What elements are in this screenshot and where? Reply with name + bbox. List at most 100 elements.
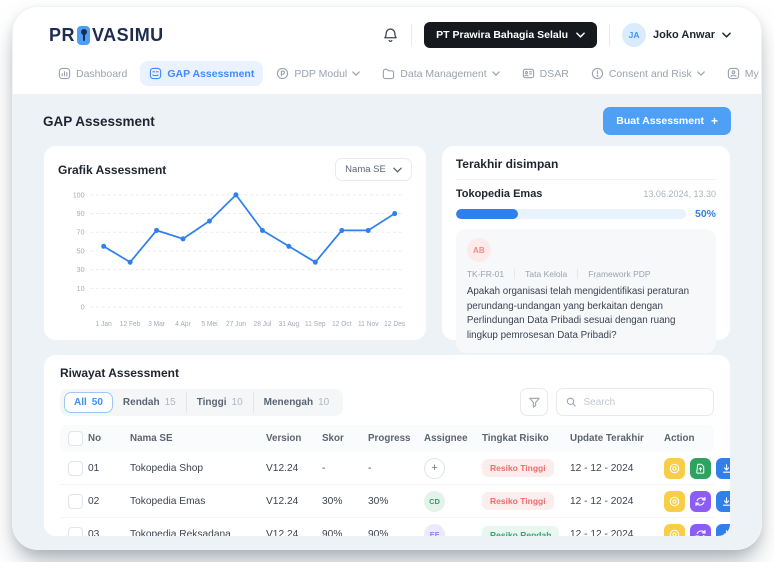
refresh-icon — [694, 495, 707, 508]
risk-filter-group: All 50 Rendah 15 Tinggi 10 Menengah 10 — [60, 389, 343, 416]
page-header: GAP Assessment Buat Assessment + — [43, 107, 731, 135]
nav-item-pdp-modul[interactable]: PDP Modul — [267, 61, 369, 86]
user-menu[interactable]: JA Joko Anwar — [622, 23, 731, 47]
topbar-divider — [411, 24, 412, 46]
svg-text:12 Oct: 12 Oct — [332, 321, 352, 328]
export-file-action-button[interactable] — [690, 458, 711, 479]
progress-bar — [456, 209, 686, 219]
nav-item-data-management[interactable]: Data Management — [373, 61, 508, 86]
search-input[interactable] — [583, 397, 704, 408]
add-assignee-button[interactable]: + — [424, 458, 445, 479]
download-action-button[interactable] — [716, 524, 731, 537]
target-icon — [668, 528, 681, 537]
col-progress: Progress — [368, 433, 424, 444]
topbar-divider-2 — [609, 24, 610, 46]
cell-no: 02 — [88, 496, 130, 507]
folder-icon — [382, 67, 395, 80]
col-nama-se: Nama SE — [130, 433, 266, 444]
row-actions — [664, 491, 731, 512]
chart-series-label: Nama SE — [345, 164, 386, 175]
last-saved-row: Tokopedia Emas 13.06.2024, 13.30 — [456, 188, 716, 200]
company-selector[interactable]: PT Prawira Bahagia Selalu — [424, 22, 597, 48]
cell-progress: - — [368, 463, 424, 474]
history-card: Riwayat Assessment All 50 Rendah 15 Ting… — [43, 354, 731, 537]
cell-skor: 30% — [322, 496, 368, 507]
target-action-button[interactable] — [664, 491, 685, 512]
nav-item-dashboard[interactable]: Dashboard — [49, 61, 136, 86]
chevron-down-icon — [492, 71, 500, 76]
target-icon — [668, 495, 681, 508]
row-checkbox[interactable] — [68, 494, 83, 509]
logo-text-rest: VASIMU — [92, 25, 164, 46]
row-checkbox[interactable] — [68, 527, 83, 537]
nav-label: DSAR — [540, 68, 569, 80]
filter-chip-rendah[interactable]: Rendah 15 — [113, 392, 186, 413]
chevron-down-icon — [697, 71, 705, 76]
tag-framework: Framework PDP — [577, 269, 650, 279]
col-update-terakhir: Update Terakhir — [570, 433, 664, 444]
cell-version: V12.24 — [266, 496, 322, 507]
question-tags: TK-FR-01 Tata Kelola Framework PDP — [467, 269, 705, 279]
risk-badge: Resiko Tinggi — [482, 492, 554, 510]
risk-badge: Resiko Rendah — [482, 526, 559, 538]
nav-item-my-privasimu[interactable]: My Privasimu — [718, 61, 762, 86]
svg-text:31 Aug: 31 Aug — [279, 321, 300, 328]
file-export-icon — [694, 462, 707, 475]
chevron-down-icon — [393, 167, 402, 173]
divider — [456, 179, 716, 180]
chart-card-header: Grafik Assessment Nama SE — [58, 158, 412, 181]
filter-button[interactable] — [520, 388, 548, 416]
row-actions — [664, 524, 731, 537]
assessment-table: No Nama SE Version Skor Progress Assigne… — [60, 425, 714, 537]
target-action-button[interactable] — [664, 524, 685, 537]
nav-item-consent-and-risk[interactable]: Consent and Risk — [582, 61, 714, 86]
main-nav: Dashboard GAP Assessment PDP Modul Data … — [13, 57, 761, 95]
create-assessment-button[interactable]: Buat Assessment + — [603, 107, 731, 135]
cards-row: Grafik Assessment Nama SE 10090705030100… — [43, 145, 731, 341]
select-all-checkbox[interactable] — [68, 431, 83, 446]
svg-text:4 Apr: 4 Apr — [175, 321, 191, 328]
download-action-button[interactable] — [716, 458, 731, 479]
cell-updated: 12 - 12 - 2024 — [570, 463, 664, 474]
last-saved-timestamp: 13.06.2024, 13.30 — [643, 189, 716, 199]
brand-logo: PR VASIMU — [49, 25, 164, 46]
refresh-action-button[interactable] — [690, 491, 711, 512]
nav-item-dsar[interactable]: DSAR — [513, 61, 578, 86]
table-header-row: No Nama SE Version Skor Progress Assigne… — [60, 425, 714, 452]
assignee-avatar: EF — [424, 524, 445, 537]
svg-text:12 Des: 12 Des — [384, 321, 406, 328]
progress-row: 50% — [456, 208, 716, 220]
nav-item-gap-assessment[interactable]: GAP Assessment — [140, 61, 263, 86]
svg-text:3 Mar: 3 Mar — [148, 321, 166, 328]
col-assignee: Assignee — [424, 433, 482, 444]
svg-text:1 Jan: 1 Jan — [96, 321, 112, 328]
row-checkbox[interactable] — [68, 461, 83, 476]
chip-label: Tinggi — [197, 397, 227, 408]
download-action-button[interactable] — [716, 491, 731, 512]
content-area: GAP Assessment Buat Assessment + Grafik … — [13, 95, 761, 549]
tag-code: TK-FR-01 — [467, 269, 504, 279]
filter-chip-menengah[interactable]: Menengah 10 — [253, 392, 340, 413]
question-panel: AB TK-FR-01 Tata Kelola Framework PDP Ap… — [456, 229, 716, 353]
cell-name: Tokopedia Emas — [130, 496, 266, 507]
svg-text:90: 90 — [77, 209, 85, 218]
reviewer-avatar: AB — [467, 238, 491, 262]
col-tingkat-risiko: Tingkat Risiko — [482, 433, 570, 444]
progress-percent: 50% — [695, 208, 716, 220]
download-icon — [720, 495, 731, 508]
row-actions — [664, 458, 731, 479]
download-icon — [720, 528, 731, 537]
svg-text:30: 30 — [77, 265, 85, 274]
svg-text:10: 10 — [77, 284, 85, 293]
filter-chip-tinggi[interactable]: Tinggi 10 — [186, 392, 253, 413]
filter-chip-all[interactable]: All 50 — [64, 392, 113, 413]
col-no: No — [88, 433, 130, 444]
nav-label: Dashboard — [76, 68, 127, 80]
person-circle-icon — [727, 67, 740, 80]
notification-bell-button[interactable] — [382, 27, 399, 44]
refresh-action-button[interactable] — [690, 524, 711, 537]
chart-series-select[interactable]: Nama SE — [335, 158, 412, 181]
nav-label: PDP Modul — [294, 68, 347, 80]
svg-text:0: 0 — [81, 302, 85, 311]
target-action-button[interactable] — [664, 458, 685, 479]
